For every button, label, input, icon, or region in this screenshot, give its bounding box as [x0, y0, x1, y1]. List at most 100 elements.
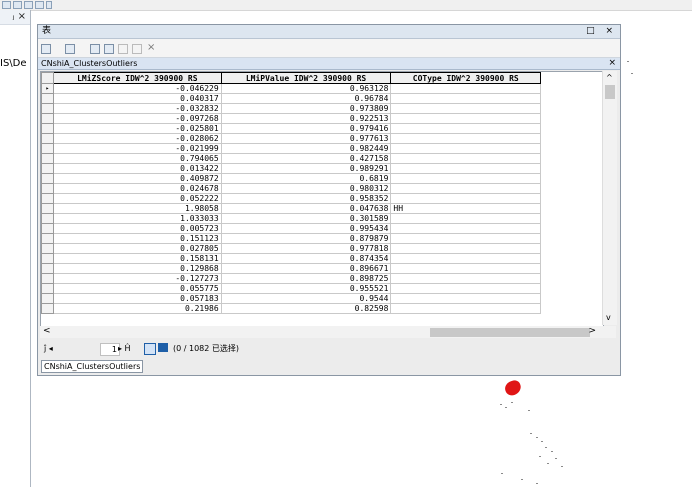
table-cell[interactable]: 0.040317: [52, 93, 222, 104]
table-cell[interactable]: 0.005723: [52, 223, 222, 234]
select-by-attributes-icon[interactable]: [90, 44, 100, 54]
scroll-left-icon[interactable]: <: [43, 326, 51, 336]
table-cell[interactable]: [390, 183, 542, 194]
table-cell[interactable]: [390, 153, 542, 164]
table-cell[interactable]: [390, 263, 542, 274]
table-cell[interactable]: 0.158131: [52, 253, 222, 264]
row-selector[interactable]: [41, 173, 54, 184]
table-cell[interactable]: 0.794065: [52, 153, 222, 164]
table-row[interactable]: 0.005723 0.995434: [41, 223, 603, 234]
toolbar-icon[interactable]: [24, 1, 33, 9]
row-selector[interactable]: [41, 133, 54, 144]
table-cell[interactable]: [390, 163, 542, 174]
table-cell[interactable]: -0.025801: [52, 123, 222, 134]
table-cell[interactable]: 0.6819: [220, 173, 392, 184]
table-cell[interactable]: 0.980312: [220, 183, 392, 194]
table-row[interactable]: 0.027805 0.977818: [41, 243, 603, 254]
table-tab-bottom[interactable]: CNshiA_ClustersOutliers: [41, 360, 144, 373]
column-header[interactable]: LMiZScore IDW^2 390900 RS: [52, 72, 222, 84]
table-cell[interactable]: [390, 103, 542, 114]
table-cell[interactable]: [390, 173, 542, 184]
delete-selected-icon[interactable]: ×: [147, 42, 155, 53]
table-cell[interactable]: [390, 283, 542, 294]
table-cell[interactable]: [390, 123, 542, 134]
table-row[interactable]: 0.013422 0.989291: [41, 163, 603, 174]
column-header[interactable]: COType IDW^2 390900 RS: [390, 72, 542, 84]
table-cell[interactable]: 0.963128: [220, 83, 392, 94]
scroll-thumb[interactable]: [605, 85, 615, 99]
table-cell[interactable]: 0.989291: [220, 163, 392, 174]
table-cell[interactable]: [390, 213, 542, 224]
table-cell[interactable]: 0.052222: [52, 193, 222, 204]
row-selector[interactable]: [41, 303, 54, 314]
table-cell[interactable]: 0.896671: [220, 263, 392, 274]
first-prev-record-icons[interactable]: ĵ ◂: [44, 342, 53, 356]
attribute-table-window[interactable]: 表 □ × × CNshiA_ClustersOutliers × LMiZSc…: [37, 24, 621, 376]
table-cell[interactable]: [390, 93, 542, 104]
scroll-down-icon[interactable]: v: [606, 313, 611, 322]
table-row[interactable]: 1.033033 0.301589: [41, 213, 603, 224]
table-cell[interactable]: 0.879879: [220, 233, 392, 244]
table-cell[interactable]: -0.032832: [52, 103, 222, 114]
table-cell[interactable]: 0.301589: [220, 213, 392, 224]
switch-selection-icon[interactable]: [104, 44, 114, 54]
toolbar-icon[interactable]: [35, 1, 44, 9]
zoom-to-selected-icon[interactable]: [132, 44, 142, 54]
table-cell[interactable]: 0.96784: [220, 93, 392, 104]
show-all-records-icon[interactable]: [144, 343, 156, 355]
row-selector[interactable]: [41, 103, 54, 114]
close-layer-tab-icon[interactable]: ×: [608, 58, 616, 69]
row-selector-header[interactable]: [41, 72, 54, 84]
table-cell[interactable]: -0.046229: [52, 83, 222, 94]
table-cell[interactable]: 0.874354: [220, 253, 392, 264]
table-cell[interactable]: [390, 113, 542, 124]
scroll-thumb-horizontal[interactable]: [430, 328, 590, 337]
table-cell[interactable]: 0.958352: [220, 193, 392, 204]
row-selector[interactable]: [41, 193, 54, 204]
scroll-right-icon[interactable]: >: [588, 326, 596, 336]
table-cell[interactable]: HH: [390, 203, 542, 214]
row-selector[interactable]: [41, 203, 54, 214]
table-row[interactable]: 0.151123 0.879879: [41, 233, 603, 244]
table-cell[interactable]: 0.979416: [220, 123, 392, 134]
row-selector[interactable]: [41, 223, 54, 234]
table-row[interactable]: ▸ -0.046229 0.963128: [41, 83, 603, 94]
window-titlebar[interactable]: 表 □ ×: [38, 25, 620, 39]
table-cell[interactable]: [390, 243, 542, 254]
table-cell[interactable]: -0.097268: [52, 113, 222, 124]
row-selector[interactable]: [41, 143, 54, 154]
table-row[interactable]: 0.21986 0.82598: [41, 303, 603, 314]
row-selector[interactable]: [41, 123, 54, 134]
table-cell[interactable]: 0.21986: [52, 303, 222, 314]
row-selector[interactable]: [41, 283, 54, 294]
window-controls[interactable]: □ ×: [586, 25, 617, 38]
current-record-field[interactable]: 1: [100, 343, 120, 356]
row-selector[interactable]: [41, 263, 54, 274]
clear-selection-icon[interactable]: [118, 44, 128, 54]
table-cell[interactable]: [390, 273, 542, 284]
table-cell[interactable]: 0.409872: [52, 173, 222, 184]
table-row[interactable]: 0.158131 0.874354: [41, 253, 603, 264]
table-row[interactable]: -0.032832 0.973809: [41, 103, 603, 114]
row-selector[interactable]: [41, 243, 54, 254]
table-cell[interactable]: 0.151123: [52, 233, 222, 244]
row-selector[interactable]: [41, 153, 54, 164]
table-row[interactable]: -0.025801 0.979416: [41, 123, 603, 134]
table-cell[interactable]: [390, 133, 542, 144]
table-row[interactable]: -0.097268 0.922513: [41, 113, 603, 124]
table-row[interactable]: -0.127273 0.898725: [41, 273, 603, 284]
table-row[interactable]: 0.040317 0.96784: [41, 93, 603, 104]
row-selector[interactable]: [41, 183, 54, 194]
table-row[interactable]: -0.021999 0.982449: [41, 143, 603, 154]
horizontal-scrollbar[interactable]: < >: [40, 326, 616, 338]
table-cell[interactable]: [390, 83, 542, 94]
toolbar-icon[interactable]: [2, 1, 11, 9]
table-cell[interactable]: -0.028062: [52, 133, 222, 144]
table-cell[interactable]: [390, 293, 542, 304]
table-cell[interactable]: 0.922513: [220, 113, 392, 124]
toolbar-dropdown-icon[interactable]: [46, 1, 52, 9]
table-row[interactable]: 0.052222 0.958352: [41, 193, 603, 204]
current-row-indicator[interactable]: ▸: [41, 83, 54, 94]
next-last-record-icons[interactable]: ▸ Ĥ: [118, 342, 131, 356]
attribute-grid[interactable]: LMiZScore IDW^2 390900 RS LMiPValue IDW^…: [40, 71, 604, 327]
